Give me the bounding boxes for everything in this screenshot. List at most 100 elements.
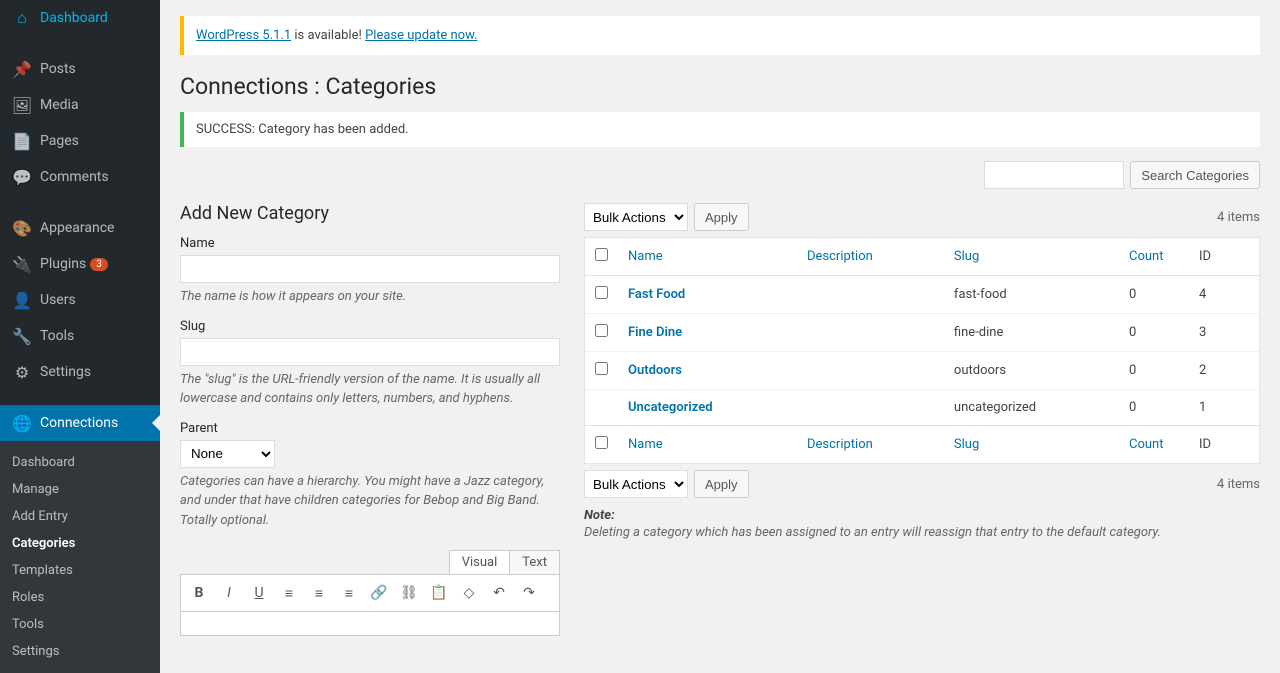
row-checkbox[interactable] (595, 362, 608, 375)
align-center-icon[interactable]: ≡ (305, 579, 333, 607)
category-slug: uncategorized (944, 390, 1119, 425)
undo-icon[interactable]: ↶ (485, 579, 513, 607)
parent-label: Parent (180, 421, 560, 436)
settings-icon: ⚙ (12, 362, 32, 382)
menu-label: Comments (40, 169, 109, 185)
submenu-roles[interactable]: Roles (0, 584, 160, 611)
update-nag: WordPress 5.1.1 is available! Please upd… (180, 16, 1260, 55)
category-slug: fine-dine (944, 314, 1119, 352)
col-name[interactable]: Name (628, 249, 663, 264)
bold-icon[interactable]: B (185, 579, 213, 607)
tab-visual[interactable]: Visual (449, 550, 510, 574)
bulk-actions-select-bottom[interactable]: Bulk Actions (584, 470, 688, 498)
category-desc (797, 276, 944, 314)
category-name-link[interactable]: Uncategorized (628, 400, 713, 415)
italic-icon[interactable]: I (215, 579, 243, 607)
table-row: Outdoors outdoors02 (585, 352, 1259, 390)
search-input[interactable] (984, 161, 1124, 189)
parent-select[interactable]: None (180, 440, 275, 468)
unlink-icon[interactable]: ⛓ (395, 579, 423, 607)
apply-button-bottom[interactable]: Apply (694, 470, 749, 498)
row-checkbox[interactable] (595, 324, 608, 337)
update-now-link[interactable]: Please update now. (365, 28, 477, 43)
menu-settings[interactable]: ⚙ Settings (0, 354, 160, 390)
menu-posts[interactable]: 📌Posts (0, 51, 160, 87)
apply-button-top[interactable]: Apply (694, 203, 749, 231)
category-name-link[interactable]: Fine Dine (628, 325, 682, 340)
submenu-dashboard[interactable]: Dashboard (0, 449, 160, 476)
wp-version-link[interactable]: WordPress 5.1.1 (196, 28, 291, 43)
users-icon: 👤 (12, 290, 32, 310)
col-slug[interactable]: Slug (954, 249, 979, 264)
search-categories-button[interactable]: Search Categories (1130, 161, 1260, 189)
menu-label: Appearance (40, 220, 114, 236)
form-heading: Add New Category (180, 203, 560, 224)
category-id: 2 (1189, 352, 1259, 390)
menu-label: Media (40, 97, 79, 113)
col-slug-foot[interactable]: Slug (954, 437, 979, 452)
align-left-icon[interactable]: ≡ (275, 579, 303, 607)
col-name-foot[interactable]: Name (628, 437, 663, 452)
name-help: The name is how it appears on your site. (180, 287, 560, 307)
menu-pages[interactable]: 📄Pages (0, 123, 160, 159)
menu-users[interactable]: 👤Users (0, 282, 160, 318)
paste-icon[interactable]: 📋 (425, 579, 453, 607)
note: Note: Deleting a category which has been… (584, 508, 1260, 540)
row-checkbox[interactable] (595, 286, 608, 299)
menu-label: Settings (40, 364, 91, 380)
submenu-categories[interactable]: Categories (0, 530, 160, 557)
add-category-form: Add New Category Name The name is how it… (180, 203, 560, 636)
menu-label: Tools (40, 328, 74, 344)
col-desc-foot[interactable]: Description (807, 437, 873, 452)
underline-icon[interactable]: U (245, 579, 273, 607)
slug-help: The "slug" is the URL-friendly version o… (180, 370, 560, 409)
media-icon: 🖼 (12, 95, 32, 115)
menu-label: Dashboard (40, 10, 108, 26)
pages-icon: 📄 (12, 131, 32, 151)
category-name-link[interactable]: Outdoors (628, 363, 682, 378)
clear-icon[interactable]: ◇ (455, 579, 483, 607)
col-count[interactable]: Count (1129, 249, 1163, 264)
table-row: Fast Foodfast-food04 (585, 276, 1259, 314)
categories-table: Name Description Slug Count ID Fast Food… (584, 237, 1260, 464)
category-name-link[interactable]: Fast Food (628, 287, 685, 302)
category-desc (797, 390, 944, 425)
submenu-add-entry[interactable]: Add Entry (0, 503, 160, 530)
plugins-icon: 🔌 (12, 254, 32, 274)
name-input[interactable] (180, 255, 560, 283)
category-slug: fast-food (944, 276, 1119, 314)
menu-plugins[interactable]: 🔌Plugins3 (0, 246, 160, 282)
submenu-tools[interactable]: Tools (0, 611, 160, 638)
menu-tools[interactable]: 🔧Tools (0, 318, 160, 354)
align-right-icon[interactable]: ≡ (335, 579, 363, 607)
category-id: 1 (1189, 390, 1259, 425)
slug-input[interactable] (180, 338, 560, 366)
name-label: Name (180, 236, 560, 251)
badge: 3 (90, 258, 108, 271)
redo-icon[interactable]: ↷ (515, 579, 543, 607)
col-desc[interactable]: Description (807, 249, 873, 264)
select-all-top[interactable] (595, 248, 608, 261)
category-slug: outdoors (944, 352, 1119, 390)
category-desc (797, 352, 944, 390)
menu-label: Connections (40, 415, 118, 431)
submenu-templates[interactable]: Templates (0, 557, 160, 584)
link-icon[interactable]: 🔗 (365, 579, 393, 607)
menu-media[interactable]: 🖼 Media (0, 87, 160, 123)
select-all-bottom[interactable] (595, 436, 608, 449)
description-editor[interactable] (180, 612, 560, 636)
menu-label: Posts (40, 61, 76, 77)
tab-text[interactable]: Text (509, 550, 560, 574)
menu-comments[interactable]: 💬Comments (0, 159, 160, 195)
category-count: 0 (1119, 352, 1189, 390)
menu-connections[interactable]: 🌐Connections (0, 405, 160, 441)
submenu-settings[interactable]: Settings (0, 638, 160, 665)
menu-appearance[interactable]: 🎨Appearance (0, 210, 160, 246)
category-id: 3 (1189, 314, 1259, 352)
bulk-actions-select-top[interactable]: Bulk Actions (584, 203, 688, 231)
submenu-manage[interactable]: Manage (0, 476, 160, 503)
menu-dashboard[interactable]: ⌂Dashboard (0, 0, 160, 36)
col-id: ID (1199, 249, 1211, 264)
col-count-foot[interactable]: Count (1129, 437, 1163, 452)
category-count: 0 (1119, 276, 1189, 314)
